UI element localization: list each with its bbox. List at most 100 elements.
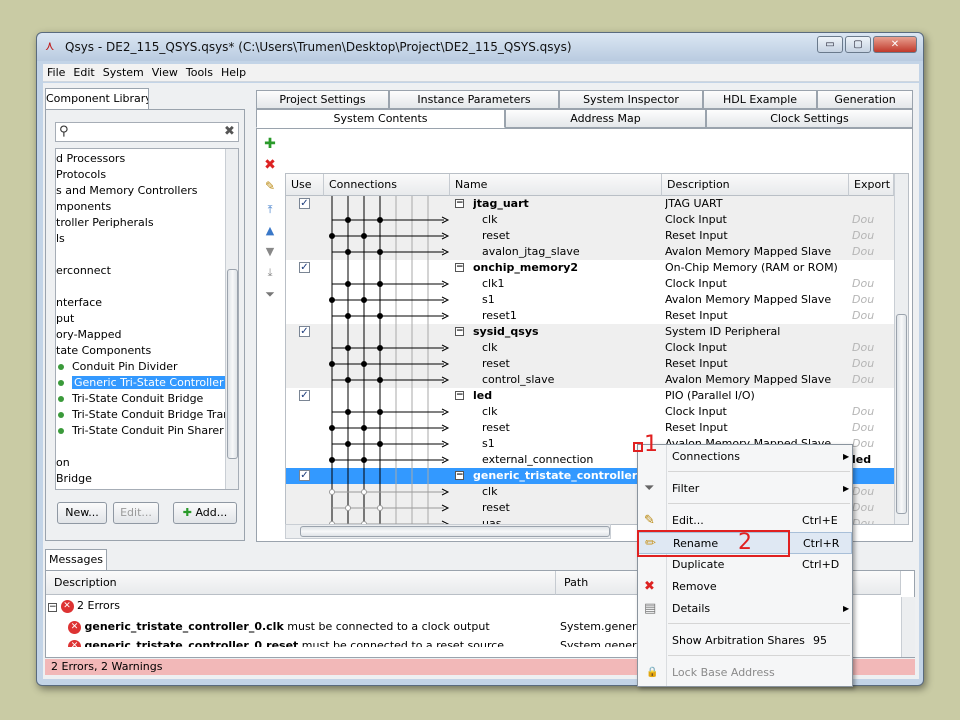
library-item[interactable]: put [56, 311, 224, 327]
menu-item-remove[interactable]: ✖ Remove [638, 576, 852, 598]
row-export[interactable]: Dou [852, 292, 874, 308]
tab-system-inspector[interactable]: System Inspector [559, 90, 703, 109]
tab-project-settings[interactable]: Project Settings [256, 90, 389, 109]
use-checkbox[interactable]: ✓ [299, 262, 310, 273]
library-item[interactable] [56, 439, 224, 455]
menu-tools[interactable]: Tools [182, 64, 217, 79]
menu-file[interactable]: File [43, 64, 69, 79]
collapse-icon[interactable]: − [455, 391, 464, 400]
row-export[interactable]: Dou [852, 228, 874, 244]
tab-clock-settings[interactable]: Clock Settings [706, 109, 913, 128]
row-export[interactable]: Dou [852, 516, 874, 524]
table-v-scroll-thumb[interactable] [896, 314, 907, 514]
menu-help[interactable]: Help [217, 64, 250, 79]
move-down-icon[interactable]: ▼ [261, 243, 279, 261]
table-h-scroll-thumb[interactable] [300, 526, 610, 537]
messages-scrollbar[interactable] [901, 597, 915, 657]
library-item[interactable]: nterface [56, 295, 224, 311]
library-item[interactable]: on [56, 455, 224, 471]
edit-icon[interactable]: ✎ [261, 177, 279, 195]
library-scrollbar[interactable] [225, 149, 238, 489]
row-export[interactable]: Dou [852, 276, 874, 292]
title-bar[interactable]: ⋏ Qsys - DE2_115_QSYS.qsys* (C:\Users\Tr… [37, 33, 923, 61]
menu-item-show-arbitration-shares[interactable]: Show Arbitration Shares 95 [638, 630, 852, 652]
library-item[interactable]: mponents [56, 199, 224, 215]
library-item[interactable]: Conduit Pin Divider [56, 359, 224, 375]
row-export[interactable]: Dou [852, 244, 874, 260]
remove-icon[interactable]: ✖ [261, 156, 279, 174]
add-component-button[interactable]: ✚ Add... [173, 502, 237, 524]
use-checkbox[interactable]: ✓ [299, 470, 310, 481]
menu-view[interactable]: View [148, 64, 182, 79]
library-item[interactable]: ory-Mapped [56, 327, 224, 343]
library-item[interactable] [56, 247, 224, 263]
clear-search-icon[interactable]: ✖ [224, 124, 235, 139]
tab-hdl-example[interactable]: HDL Example [703, 90, 817, 109]
library-item[interactable]: Generic Tri-State Controller [56, 375, 226, 391]
menu-item-duplicate[interactable]: Duplicate Ctrl+D [638, 554, 852, 576]
menu-edit[interactable]: Edit [69, 64, 98, 79]
menu-system[interactable]: System [99, 64, 148, 79]
move-top-icon[interactable]: ⤒ [261, 201, 279, 219]
collapse-icon[interactable]: − [455, 471, 464, 480]
move-bottom-icon[interactable]: ⤓ [261, 264, 279, 282]
use-checkbox[interactable]: ✓ [299, 198, 310, 209]
library-scroll-thumb[interactable] [227, 269, 238, 459]
col-name[interactable]: Name [450, 174, 662, 196]
library-item[interactable]: erconnect [56, 263, 224, 279]
row-export[interactable]: Dou [852, 404, 874, 420]
library-item[interactable]: s and Memory Controllers [56, 183, 224, 199]
msg-col-description[interactable]: Description [46, 571, 556, 595]
library-item[interactable]: Bridge [56, 471, 224, 487]
move-up-icon[interactable]: ▲ [261, 222, 279, 240]
tab-component-library[interactable]: Component Library [45, 88, 149, 110]
library-item[interactable]: tate Components [56, 343, 224, 359]
library-item[interactable]: d Processors [56, 151, 224, 167]
row-export[interactable]: Dou [852, 484, 874, 500]
menu-item-details[interactable]: ▤ Details ▶ [638, 598, 852, 620]
row-export[interactable]: Dou [852, 356, 874, 372]
minimize-button[interactable]: ▭ [817, 36, 843, 53]
row-export[interactable]: Dou [852, 500, 874, 516]
add-icon[interactable]: ✚ [261, 135, 279, 153]
row-export[interactable]: Dou [852, 212, 874, 228]
library-item[interactable]: Protocols [56, 167, 224, 183]
col-description[interactable]: Description [662, 174, 849, 196]
row-export[interactable]: Dou [852, 340, 874, 356]
collapse-icon[interactable]: − [455, 263, 464, 272]
menu-item-filter[interactable]: ⏷ Filter ▶ [638, 478, 852, 500]
library-item[interactable]: ls [56, 231, 224, 247]
collapse-icon[interactable]: − [455, 327, 464, 336]
collapse-icon[interactable]: − [455, 199, 464, 208]
collapse-icon[interactable]: − [48, 603, 57, 612]
library-item[interactable]: troller Peripherals [56, 215, 224, 231]
tab-address-map[interactable]: Address Map [505, 109, 706, 128]
library-item[interactable] [56, 279, 224, 295]
library-item[interactable]: Tri-State Conduit Bridge Transla [56, 407, 238, 423]
tab-messages[interactable]: Messages [45, 549, 107, 571]
use-checkbox[interactable]: ✓ [299, 326, 310, 337]
library-item[interactable]: Tri-State Conduit Pin Sharer [56, 423, 224, 439]
tab-instance-parameters[interactable]: Instance Parameters [389, 90, 559, 109]
close-button[interactable]: ✕ [873, 36, 917, 53]
row-export[interactable]: led [852, 452, 871, 468]
row-export[interactable]: Dou [852, 308, 874, 324]
table-v-scrollbar[interactable] [894, 174, 908, 524]
col-use[interactable]: Use [286, 174, 324, 196]
library-item[interactable]: Tri-State Conduit Bridge [56, 391, 224, 407]
col-connections[interactable]: Connections [324, 174, 450, 196]
tab-system-contents[interactable]: System Contents [256, 109, 505, 128]
row-export[interactable]: Dou [852, 436, 874, 452]
menu-item-edit[interactable]: ✎ Edit... Ctrl+E [638, 510, 852, 532]
col-export[interactable]: Export [849, 174, 894, 196]
row-export[interactable]: Dou [852, 420, 874, 436]
table-h-scrollbar[interactable] [285, 524, 611, 539]
menu-item-lock-base-address[interactable]: 🔒 Lock Base Address [638, 662, 852, 684]
edit-component-button[interactable]: Edit... [113, 502, 159, 524]
tab-generation[interactable]: Generation [817, 90, 913, 109]
new-component-button[interactable]: New... [57, 502, 107, 524]
filter-icon[interactable]: ⏷ [261, 285, 279, 303]
row-export[interactable]: Dou [852, 372, 874, 388]
maximize-button[interactable]: ▢ [845, 36, 871, 53]
menu-item-connections[interactable]: Connections ▶ [638, 446, 852, 468]
